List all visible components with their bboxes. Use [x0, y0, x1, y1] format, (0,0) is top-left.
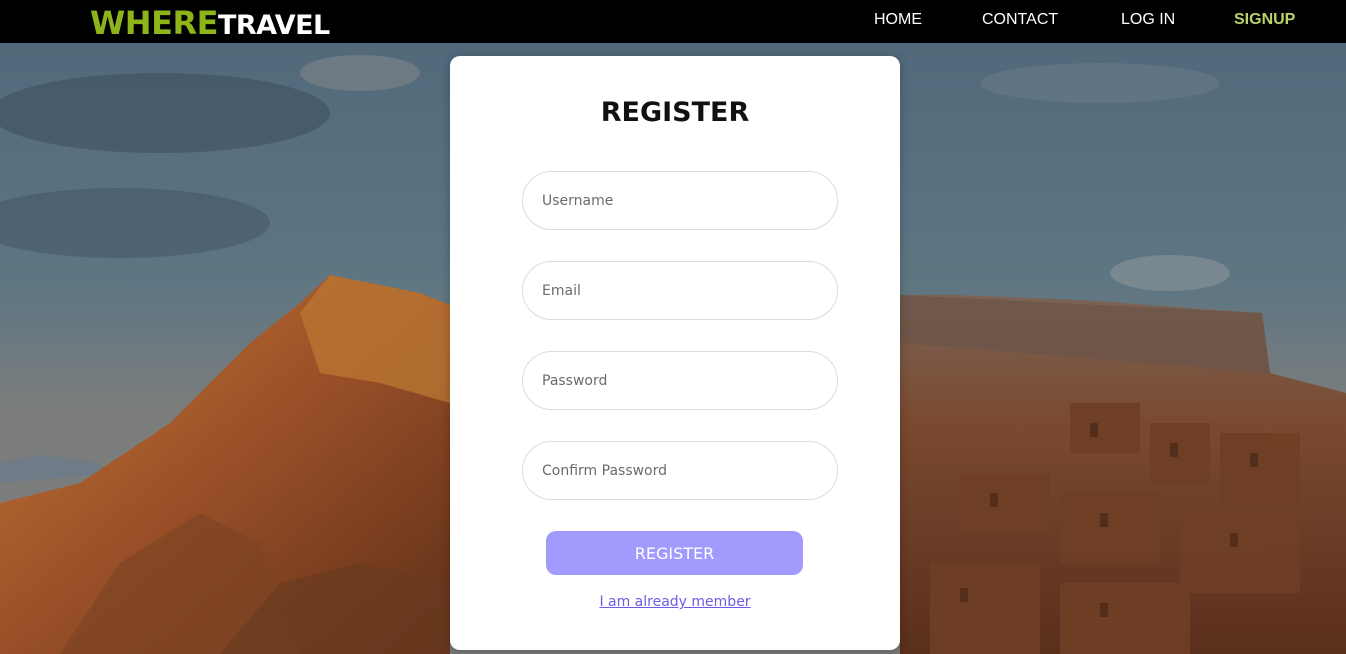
nav-signup-link[interactable]: SIGNUP [1234, 11, 1295, 29]
email-input[interactable] [522, 261, 838, 320]
nav-links: HOME CONTACT LOG IN SIGNUP [0, 0, 1346, 43]
register-button[interactable]: REGISTER [546, 531, 803, 575]
password-input[interactable] [522, 351, 838, 410]
nav-login-link[interactable]: LOG IN [1121, 11, 1175, 29]
nav-contact-link[interactable]: CONTACT [982, 11, 1058, 29]
register-card: REGISTER REGISTER I am already member [450, 56, 900, 650]
already-member-link[interactable]: I am already member [450, 594, 900, 610]
nav-home-link[interactable]: HOME [874, 11, 922, 29]
register-title: REGISTER [600, 97, 750, 128]
top-navbar: WHERE TRAVEL HOME CONTACT LOG IN SIGNUP [0, 0, 1346, 43]
username-input[interactable] [522, 171, 838, 230]
confirm-password-input[interactable] [522, 441, 838, 500]
